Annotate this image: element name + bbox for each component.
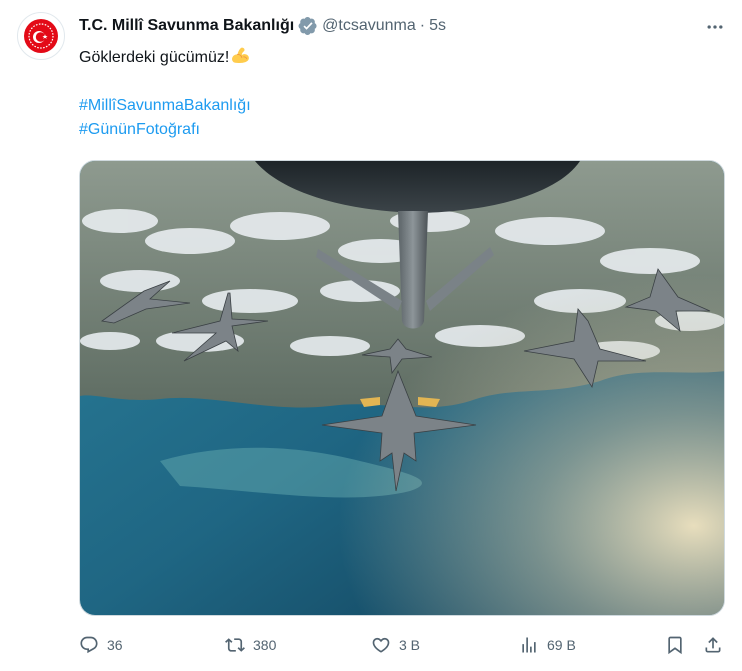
retweet-count: 380 [253,637,277,653]
reply-icon [80,636,98,654]
share-icon [705,637,721,653]
tweet-photo[interactable] [79,160,725,616]
share-button[interactable] [703,635,723,655]
views-count: 69 B [547,637,576,653]
msb-emblem-icon [24,19,58,53]
fighter-jets-photo [80,161,724,615]
avatar[interactable] [17,12,65,60]
retweet-button[interactable]: 380 [225,635,276,655]
bookmark-button[interactable] [665,635,685,655]
flexed-biceps-icon [229,44,251,66]
bookmark-icon [668,636,682,655]
like-count: 3 B [399,637,421,653]
views-chart-icon [522,637,536,653]
views-button[interactable]: 69 B [519,635,576,655]
separator-dot: · [419,17,426,34]
retweet-icon [225,638,245,652]
timestamp[interactable]: 5s [429,17,446,35]
verified-badge-icon [298,16,318,36]
tweet-text-main: Göklerdeki gücümüz! [79,49,230,66]
hashtag-link[interactable]: #GününFotoğrafı [79,118,200,142]
hashtag-link[interactable]: #MillîSavunmaBakanlığı [79,94,251,118]
handle[interactable]: @tcsavunma [322,17,416,35]
tweet-text: Göklerdeki gücümüz! #MillîSavunmaBakanlı… [79,44,719,142]
tweet-header: T.C. Millî Savunma Bakanlığı @tcsavunma … [79,14,446,38]
reply-count: 36 [107,637,123,653]
more-options-button[interactable] [704,16,726,38]
display-name[interactable]: T.C. Millî Savunma Bakanlığı [79,17,294,35]
like-button[interactable]: 3 B [371,635,420,655]
tweet-actions: 36 380 3 B 69 B [79,630,725,660]
heart-icon [372,637,390,653]
tweet: T.C. Millî Savunma Bakanlığı @tcsavunma … [0,0,742,671]
reply-button[interactable]: 36 [79,635,123,655]
more-icon [707,25,723,29]
